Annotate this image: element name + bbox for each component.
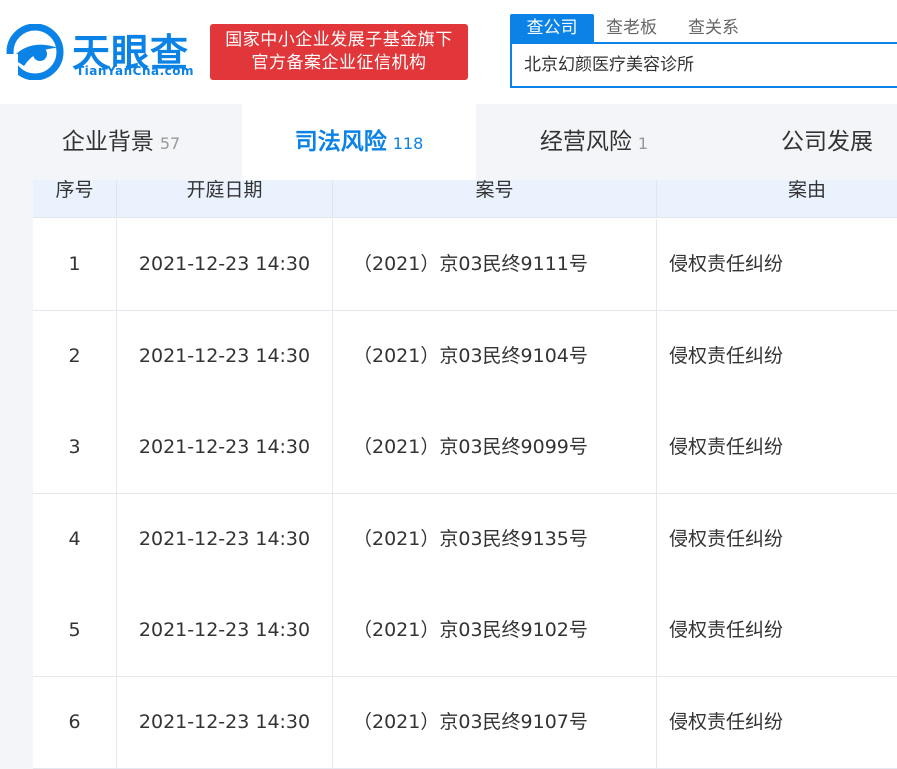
badge-line-1: 国家中小企业发展子基金旗下: [225, 30, 453, 50]
tab-count: 1: [637, 134, 649, 153]
eye-logo-icon: [6, 24, 64, 80]
badge-line-2: 官方备案企业征信机构: [251, 53, 427, 73]
table-header: 序号 开庭日期 案号 案由: [33, 180, 897, 218]
search-tab-relation[interactable]: 查关系: [688, 14, 739, 42]
top-header: 天眼查 TianYanCha.com 国家中小企业发展子基金旗下 官方备案企业征…: [0, 0, 897, 104]
col-header-date: 开庭日期: [117, 180, 333, 218]
cell-case-no[interactable]: （2021）京03民终9107号: [333, 677, 657, 768]
cell-cause: 侵权责任纠纷: [669, 253, 784, 275]
cell-cause: 侵权责任纠纷: [669, 345, 784, 367]
table-row[interactable]: 6 2021-12-23 14:30 （2021）京03民终9107号 侵权责任…: [33, 677, 897, 769]
cell-date: 2021-12-23 14:30: [117, 585, 333, 676]
col-header-index: 序号: [33, 180, 117, 218]
tab-label: 经营风险: [539, 129, 632, 155]
official-badge: 国家中小企业发展子基金旗下 官方备案企业征信机构: [210, 24, 468, 80]
cell-date: 2021-12-23 14:30: [117, 494, 333, 585]
table-row[interactable]: 4 2021-12-23 14:30 （2021）京03民终9135号 侵权责任…: [33, 494, 897, 586]
cell-date: 2021-12-23 14:30: [117, 402, 333, 493]
col-header-cause: 案由: [787, 179, 826, 201]
cell-date: 2021-12-23 14:30: [117, 219, 333, 310]
cell-date: 2021-12-23 14:30: [117, 677, 333, 768]
cell-case-no[interactable]: （2021）京03民终9111号: [333, 219, 657, 310]
cell-index: 1: [33, 219, 117, 310]
cell-case-no[interactable]: （2021）京03民终9104号: [333, 311, 657, 402]
section-nav: 企业背景 57 司法风险 118 经营风险 1 公司发展: [0, 104, 897, 180]
cell-index: 6: [33, 677, 117, 768]
cell-cause: 侵权责任纠纷: [669, 711, 784, 733]
tab-label: 司法风险: [294, 129, 387, 155]
tab-count: 57: [159, 134, 181, 153]
left-gutter: [0, 180, 33, 762]
cell-index: 2: [33, 311, 117, 402]
col-header-case-no: 案号: [333, 180, 657, 218]
cell-case-no[interactable]: （2021）京03民终9135号: [333, 494, 657, 585]
cell-cause: 侵权责任纠纷: [669, 619, 784, 641]
cell-case-no[interactable]: （2021）京03民终9099号: [333, 402, 657, 493]
cell-case-no[interactable]: （2021）京03民终9102号: [333, 585, 657, 676]
cell-cause: 侵权责任纠纷: [669, 436, 784, 458]
tab-judicial-risk[interactable]: 司法风险 118: [242, 104, 476, 180]
tab-label: 企业背景: [61, 129, 154, 155]
logo-text-en: TianYanCha.com: [76, 64, 195, 78]
tab-label: 公司发展: [781, 129, 873, 155]
court-session-table: 序号 开庭日期 案号 案由 1 2021-12-23 14:30 （2021）京…: [33, 180, 897, 769]
cell-index: 4: [33, 494, 117, 585]
tianyancha-logo[interactable]: 天眼查 TianYanCha.com: [6, 20, 202, 84]
tab-company-background[interactable]: 企业背景 57: [0, 104, 242, 180]
search-input[interactable]: 北京幻颜医疗美容诊所: [510, 42, 897, 88]
tab-company-development[interactable]: 公司发展: [712, 104, 897, 180]
cell-date: 2021-12-23 14:30: [117, 311, 333, 402]
search-tab-boss[interactable]: 查老板: [606, 14, 657, 42]
table-row[interactable]: 1 2021-12-23 14:30 （2021）京03民终9111号 侵权责任…: [33, 219, 897, 311]
table-row[interactable]: 5 2021-12-23 14:30 （2021）京03民终9102号 侵权责任…: [33, 585, 897, 677]
tab-operating-risk[interactable]: 经营风险 1: [476, 104, 712, 180]
table-row[interactable]: 3 2021-12-23 14:30 （2021）京03民终9099号 侵权责任…: [33, 402, 897, 494]
tab-count: 118: [392, 134, 424, 153]
search-tab-company[interactable]: 查公司: [510, 14, 594, 42]
cell-cause: 侵权责任纠纷: [669, 528, 784, 550]
cell-index: 5: [33, 585, 117, 676]
table-row[interactable]: 2 2021-12-23 14:30 （2021）京03民终9104号 侵权责任…: [33, 311, 897, 403]
cell-index: 3: [33, 402, 117, 493]
